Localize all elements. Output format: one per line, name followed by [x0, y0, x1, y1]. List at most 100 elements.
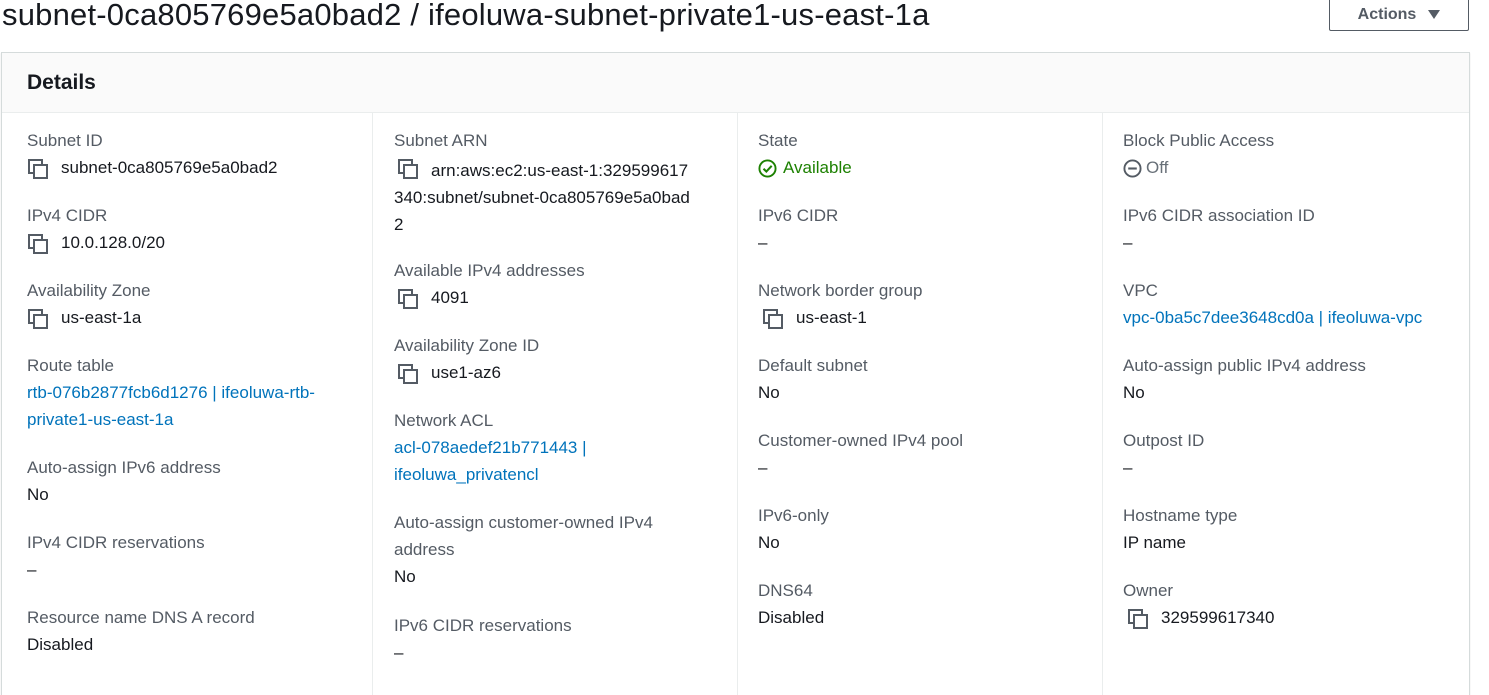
- network-acl-link[interactable]: acl-078aedef21b771443 | ifeoluwa_private…: [394, 434, 634, 488]
- field-auto-assign-ipv6: Auto-assign IPv6 address No: [27, 454, 367, 508]
- dns64-value: Disabled: [758, 608, 825, 627]
- auto-assign-customer-ipv4-label: Auto-assign customer-owned IPv4 address: [394, 513, 653, 559]
- customer-owned-pool-value: –: [758, 458, 768, 477]
- field-subnet-arn: Subnet ARN arn:aws:ec2:us-east-1:3295996…: [394, 127, 694, 238]
- dns-a-record-label: Resource name DNS A record: [27, 608, 255, 627]
- block-public-access-label: Block Public Access: [1123, 131, 1275, 150]
- field-az-id: Availability Zone ID use1-az6: [394, 332, 734, 386]
- az-id-label: Availability Zone ID: [394, 336, 540, 355]
- field-ipv6-only: IPv6-only No: [758, 502, 1098, 556]
- copy-icon[interactable]: [762, 308, 784, 330]
- customer-owned-pool-label: Customer-owned IPv4 pool: [758, 431, 964, 450]
- ipv6-only-value: No: [758, 533, 780, 552]
- details-column-4: Block Public Access Off IPv6 CIDR associ…: [1102, 113, 1470, 695]
- field-network-border-group: Network border group us-east-1: [758, 277, 1098, 331]
- field-dns64: DNS64 Disabled: [758, 577, 1098, 631]
- page-title: subnet-0ca805769e5a0bad2 / ifeoluwa-subn…: [2, 0, 930, 32]
- ipv4-reservations-label: IPv4 CIDR reservations: [27, 533, 205, 552]
- copy-icon[interactable]: [397, 158, 419, 180]
- ipv6-only-label: IPv6-only: [758, 506, 829, 525]
- ipv6-reservations-value: –: [394, 643, 404, 662]
- field-auto-assign-customer-ipv4: Auto-assign customer-owned IPv4 address …: [394, 509, 694, 590]
- minus-circle-icon: [1123, 159, 1142, 186]
- field-ipv6-reservations: IPv6 CIDR reservations –: [394, 612, 734, 666]
- copy-icon[interactable]: [27, 233, 49, 255]
- field-available-ipv4: Available IPv4 addresses 4091: [394, 257, 734, 311]
- vpc-link[interactable]: vpc-0ba5c7dee3648cd0a | ifeoluwa-vpc: [1123, 304, 1463, 331]
- available-ipv4-label: Available IPv4 addresses: [394, 261, 585, 280]
- default-subnet-label: Default subnet: [758, 356, 868, 375]
- default-subnet-value: No: [758, 383, 780, 402]
- ipv4-reservations-value: –: [27, 560, 37, 579]
- outpost-id-value: –: [1123, 458, 1133, 477]
- field-dns-a-record: Resource name DNS A record Disabled: [27, 604, 367, 658]
- field-network-acl: Network ACL acl-078aedef21b771443 | ifeo…: [394, 407, 634, 488]
- availability-zone-value: us-east-1a: [61, 308, 142, 327]
- check-circle-icon: [758, 159, 777, 186]
- ipv6-cidr-value: –: [758, 233, 768, 252]
- dns-a-record-value: Disabled: [27, 635, 94, 654]
- details-column-2: Subnet ARN arn:aws:ec2:us-east-1:3295996…: [372, 113, 737, 695]
- auto-assign-ipv6-value: No: [27, 485, 49, 504]
- route-table-label: Route table: [27, 356, 114, 375]
- details-panel: Details Subnet ID subnet-0ca805769e5a0ba…: [1, 52, 1470, 695]
- actions-button[interactable]: Actions: [1329, 0, 1469, 31]
- route-table-link[interactable]: rtb-076b2877fcb6d1276 | ifeoluwa-rtb-pri…: [27, 379, 357, 433]
- subnet-details-page: subnet-0ca805769e5a0bad2 / ifeoluwa-subn…: [0, 0, 1489, 695]
- field-vpc: VPC vpc-0ba5c7dee3648cd0a | ifeoluwa-vpc: [1123, 277, 1463, 331]
- field-block-public-access: Block Public Access Off: [1123, 127, 1463, 186]
- network-border-group-value: us-east-1: [796, 308, 867, 327]
- field-customer-owned-pool: Customer-owned IPv4 pool –: [758, 427, 1098, 481]
- field-default-subnet: Default subnet No: [758, 352, 1098, 406]
- field-hostname-type: Hostname type IP name: [1123, 502, 1463, 556]
- network-border-group-label: Network border group: [758, 281, 923, 300]
- details-column-3: State Available IPv6 CIDR – Network bord…: [737, 113, 1102, 695]
- network-acl-label: Network ACL: [394, 411, 494, 430]
- field-state: State Available: [758, 127, 1098, 186]
- outpost-id-label: Outpost ID: [1123, 431, 1205, 450]
- subnet-arn-label: Subnet ARN: [394, 131, 488, 150]
- ipv6-reservations-label: IPv6 CIDR reservations: [394, 616, 572, 635]
- copy-icon[interactable]: [1127, 608, 1149, 630]
- auto-assign-public-ipv4-value: No: [1123, 383, 1145, 402]
- owner-value: 329599617340: [1161, 608, 1275, 627]
- field-outpost-id: Outpost ID –: [1123, 427, 1463, 481]
- ipv6-cidr-label: IPv6 CIDR: [758, 206, 839, 225]
- hostname-type-value: IP name: [1123, 533, 1187, 552]
- actions-label: Actions: [1357, 5, 1417, 23]
- dns64-label: DNS64: [758, 581, 813, 600]
- copy-icon[interactable]: [397, 288, 419, 310]
- field-subnet-id: Subnet ID subnet-0ca805769e5a0bad2: [27, 127, 367, 181]
- block-public-access-value: Off: [1146, 158, 1169, 177]
- copy-icon[interactable]: [27, 158, 49, 180]
- availability-zone-label: Availability Zone: [27, 281, 151, 300]
- field-route-table: Route table rtb-076b2877fcb6d1276 | ifeo…: [27, 352, 357, 433]
- owner-label: Owner: [1123, 581, 1174, 600]
- details-column-1: Subnet ID subnet-0ca805769e5a0bad2 IPv4 …: [27, 113, 367, 695]
- available-ipv4-value: 4091: [431, 288, 469, 307]
- auto-assign-ipv6-label: Auto-assign IPv6 address: [27, 458, 221, 477]
- state-value: Available: [783, 158, 852, 177]
- auto-assign-customer-ipv4-value: No: [394, 567, 416, 586]
- vpc-label: VPC: [1123, 281, 1158, 300]
- ipv6-association-id-label: IPv6 CIDR association ID: [1123, 206, 1315, 225]
- copy-icon[interactable]: [397, 363, 419, 385]
- field-ipv6-association-id: IPv6 CIDR association ID –: [1123, 202, 1463, 256]
- details-title: Details: [27, 70, 96, 94]
- ipv4-cidr-label: IPv4 CIDR: [27, 206, 108, 225]
- subnet-id-value: subnet-0ca805769e5a0bad2: [61, 158, 278, 177]
- ipv4-cidr-value: 10.0.128.0/20: [61, 233, 165, 252]
- field-availability-zone: Availability Zone us-east-1a: [27, 277, 367, 331]
- copy-icon[interactable]: [27, 308, 49, 330]
- subnet-arn-value: arn:aws:ec2:us-east-1:329599617340:subne…: [394, 161, 690, 234]
- field-ipv6-cidr: IPv6 CIDR –: [758, 202, 1098, 256]
- ipv6-association-id-value: –: [1123, 233, 1133, 252]
- subnet-id-label: Subnet ID: [27, 131, 103, 150]
- field-auto-assign-public-ipv4: Auto-assign public IPv4 address No: [1123, 352, 1463, 406]
- details-panel-header: Details: [2, 53, 1469, 113]
- az-id-value: use1-az6: [431, 363, 501, 382]
- hostname-type-label: Hostname type: [1123, 506, 1238, 525]
- field-ipv4-reservations: IPv4 CIDR reservations –: [27, 529, 367, 583]
- auto-assign-public-ipv4-label: Auto-assign public IPv4 address: [1123, 356, 1366, 375]
- caret-down-icon: [1428, 10, 1441, 19]
